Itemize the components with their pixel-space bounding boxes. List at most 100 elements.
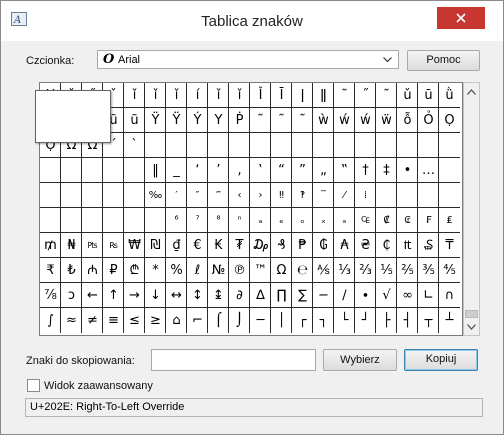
character-cell[interactable]: €	[187, 233, 208, 258]
character-cell[interactable]: ─	[250, 308, 271, 333]
character-cell[interactable]: ⅞	[40, 283, 61, 308]
character-cell[interactable]: ẃ	[334, 108, 355, 133]
character-cell[interactable]: ⁶	[166, 208, 187, 233]
character-cell[interactable]	[355, 133, 376, 158]
character-cell[interactable]: ∩	[439, 283, 460, 308]
character-cell[interactable]: ₪	[145, 233, 166, 258]
character-cell[interactable]: ↄ	[61, 283, 82, 308]
character-cell[interactable]: ⅘	[439, 258, 460, 283]
character-cell[interactable]: ⌐	[187, 308, 208, 333]
character-cell[interactable]	[82, 158, 103, 183]
title-bar[interactable]: A Tablica znaków	[1, 1, 503, 41]
character-cell[interactable]: ├	[376, 308, 397, 333]
character-cell[interactable]: ₸	[439, 233, 460, 258]
character-cell[interactable]	[166, 133, 187, 158]
character-cell[interactable]: Ọ	[439, 108, 460, 133]
character-cell[interactable]: ≡	[103, 308, 124, 333]
character-cell[interactable]	[145, 208, 166, 233]
character-cell[interactable]: ⅖	[397, 258, 418, 283]
character-cell[interactable]: %	[166, 258, 187, 283]
character-cell[interactable]: Ṗ	[229, 108, 250, 133]
character-cell[interactable]: ┌	[292, 308, 313, 333]
character-cell[interactable]: ↓	[145, 283, 166, 308]
character-cell[interactable]	[271, 133, 292, 158]
character-cell[interactable]: └	[334, 308, 355, 333]
character-cell[interactable]: ┴	[439, 308, 460, 333]
character-cell[interactable]: ₲	[313, 233, 334, 258]
character-cell[interactable]	[187, 133, 208, 158]
character-cell[interactable]: ℓ	[187, 258, 208, 283]
character-cell[interactable]: ≠	[82, 308, 103, 333]
character-cell[interactable]	[208, 133, 229, 158]
advanced-view-checkbox[interactable]	[27, 379, 40, 392]
grid-scrollbar[interactable]	[463, 82, 480, 336]
character-cell[interactable]: ₼	[82, 258, 103, 283]
character-cell[interactable]: ℗	[229, 258, 250, 283]
character-cell[interactable]: ↕	[187, 283, 208, 308]
character-cell[interactable]: ₳	[334, 233, 355, 258]
character-cell[interactable]: ‾	[313, 183, 334, 208]
character-cell[interactable]: ⁷	[187, 208, 208, 233]
character-cell[interactable]: ǐ	[145, 83, 166, 108]
character-cell[interactable]: ™	[250, 258, 271, 283]
character-cell[interactable]: „	[313, 158, 334, 183]
character-cell[interactable]: ₷	[418, 233, 439, 258]
character-cell[interactable]: ǐ	[208, 83, 229, 108]
character-cell[interactable]: ₴	[355, 233, 376, 258]
character-cell[interactable]: ẃ	[355, 108, 376, 133]
character-cell[interactable]: ”	[292, 158, 313, 183]
character-cell[interactable]: ū	[418, 83, 439, 108]
character-cell[interactable]: ’	[208, 158, 229, 183]
character-cell[interactable]: ǐ	[124, 83, 145, 108]
character-cell[interactable]: ǔ	[397, 83, 418, 108]
character-cell[interactable]: │	[271, 308, 292, 333]
character-cell[interactable]: ┐	[313, 308, 334, 333]
character-cell[interactable]	[124, 183, 145, 208]
font-dropdown[interactable]: O Arial	[97, 50, 399, 69]
character-cell[interactable]: ₽	[103, 258, 124, 283]
character-cell[interactable]: ₣	[418, 208, 439, 233]
character-cell[interactable]: *	[145, 258, 166, 283]
character-cell[interactable]: Ỏ	[418, 108, 439, 133]
character-cell[interactable]: ∕	[334, 283, 355, 308]
character-cell[interactable]: ˜	[271, 108, 292, 133]
character-cell[interactable]: −	[313, 283, 334, 308]
character-cell[interactable]: ┬	[418, 308, 439, 333]
character-cell[interactable]	[292, 133, 313, 158]
character-cell[interactable]	[397, 183, 418, 208]
close-button[interactable]	[437, 7, 485, 29]
character-cell[interactable]: ⅓	[334, 258, 355, 283]
character-cell[interactable]	[250, 133, 271, 158]
character-cell[interactable]: “	[271, 158, 292, 183]
character-cell[interactable]: ‚	[229, 158, 250, 183]
character-cell[interactable]: ⁄	[334, 183, 355, 208]
character-cell[interactable]: ≥	[145, 308, 166, 333]
character-cell[interactable]: ₥	[40, 233, 61, 258]
character-cell[interactable]: ∂	[229, 283, 250, 308]
character-cell[interactable]: ₫	[166, 233, 187, 258]
character-cell[interactable]: ₯	[250, 233, 271, 258]
character-cell[interactable]: Ω	[271, 258, 292, 283]
character-cell[interactable]: ∟	[418, 283, 439, 308]
character-cell[interactable]: ‘	[187, 158, 208, 183]
character-cell[interactable]: ∏	[271, 283, 292, 308]
character-cell[interactable]: ⅗	[418, 258, 439, 283]
character-cell[interactable]	[82, 208, 103, 233]
character-cell[interactable]: _	[166, 158, 187, 183]
character-cell[interactable]: Y	[208, 108, 229, 133]
character-cell[interactable]	[418, 183, 439, 208]
character-cell[interactable]	[40, 208, 61, 233]
character-cell[interactable]	[103, 183, 124, 208]
character-cell[interactable]	[439, 183, 460, 208]
character-cell[interactable]	[61, 208, 82, 233]
character-cell[interactable]: ‹	[229, 183, 250, 208]
character-cell[interactable]: ₹	[40, 258, 61, 283]
character-cell[interactable]: ₶	[397, 233, 418, 258]
character-cell[interactable]: ˜	[334, 83, 355, 108]
scroll-thumb[interactable]	[465, 310, 478, 318]
character-cell[interactable]	[61, 158, 82, 183]
character-cell[interactable]: ›	[250, 183, 271, 208]
character-cell[interactable]: ₮	[229, 233, 250, 258]
character-cell[interactable]: ≤	[124, 308, 145, 333]
character-cell[interactable]: ‡	[376, 158, 397, 183]
